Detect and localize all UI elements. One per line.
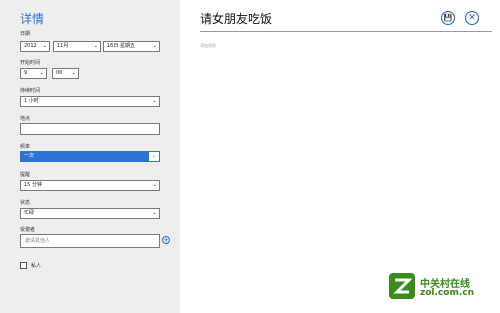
reminder-select[interactable]: 15 分钟 ⌄ xyxy=(20,180,160,191)
event-title[interactable]: 请女朋友吃饭 xyxy=(200,10,272,27)
watermark: 中关村在线 zol.com.cn xyxy=(388,272,500,313)
month-value: 11月 xyxy=(57,43,69,49)
status-label: 状态 xyxy=(20,200,31,206)
reminder-label: 提醒 xyxy=(20,172,31,178)
details-title: 详情 xyxy=(20,12,45,26)
title-divider xyxy=(200,31,492,32)
day-select[interactable]: 16日 星期五 ⌄ xyxy=(103,41,160,52)
chevron-down-icon: ⌄ xyxy=(152,182,157,188)
duration-select[interactable]: 1 小时 ⌄ xyxy=(20,96,160,107)
chevron-down-icon: ⌄ xyxy=(152,98,157,104)
duration-label: 持续时间 xyxy=(20,88,41,94)
frequency-select[interactable]: 一次 ⌄ xyxy=(20,151,160,162)
chevron-down-icon: ⌄ xyxy=(39,70,44,76)
duration-value: 1 小时 xyxy=(24,98,39,104)
frequency-label: 频率 xyxy=(20,144,31,150)
close-icon: ✕ xyxy=(468,13,476,23)
year-value: 2012 xyxy=(24,43,37,49)
day-value: 16日 星期五 xyxy=(107,43,135,49)
location-input[interactable] xyxy=(20,123,160,135)
year-select[interactable]: 2012 ⌄ xyxy=(20,41,50,52)
month-select[interactable]: 11月 ⌄ xyxy=(53,41,101,52)
chevron-down-icon: ⌄ xyxy=(71,70,76,76)
save-button[interactable]: 💾 xyxy=(441,11,455,25)
status-value: 忙碌 xyxy=(24,210,35,216)
private-checkbox[interactable] xyxy=(20,262,27,269)
notes-input[interactable]: 添加消息 xyxy=(200,43,216,49)
start-hour-value: 9 xyxy=(24,70,28,76)
save-icon: 💾 xyxy=(443,14,453,22)
watermark-url: zol.com.cn xyxy=(420,288,474,298)
private-label: 私人 xyxy=(31,263,42,269)
start-minute-select[interactable]: 00 ⌄ xyxy=(52,68,79,79)
attendees-label: 受邀者 xyxy=(20,227,36,233)
chevron-down-icon: ⌄ xyxy=(152,43,157,49)
add-attendee-icon[interactable]: + xyxy=(162,236,170,244)
zol-logo-icon xyxy=(389,273,415,299)
reminder-value: 15 分钟 xyxy=(24,182,42,188)
chevron-down-icon: ⌄ xyxy=(149,152,159,161)
date-label: 日期 xyxy=(20,31,31,37)
chevron-down-icon: ⌄ xyxy=(93,43,98,49)
details-panel: 详情 日期 2012 ⌄ 11月 ⌄ 16日 星期五 ⌄ 开始时间 9 ⌄ 00 ⌄ 持续… xyxy=(0,0,180,313)
status-select[interactable]: 忙碌 ⌄ xyxy=(20,208,160,219)
close-button[interactable]: ✕ xyxy=(465,11,479,25)
location-label: 地点 xyxy=(20,116,31,122)
start-hour-select[interactable]: 9 ⌄ xyxy=(20,68,47,79)
frequency-value: 一次 xyxy=(24,153,35,159)
start-minute-value: 00 xyxy=(56,70,63,76)
attendees-input[interactable]: 邀请其他人 xyxy=(20,234,160,248)
chevron-down-icon: ⌄ xyxy=(42,43,47,49)
start-time-label: 开始时间 xyxy=(20,60,41,66)
chevron-down-icon: ⌄ xyxy=(152,210,157,216)
